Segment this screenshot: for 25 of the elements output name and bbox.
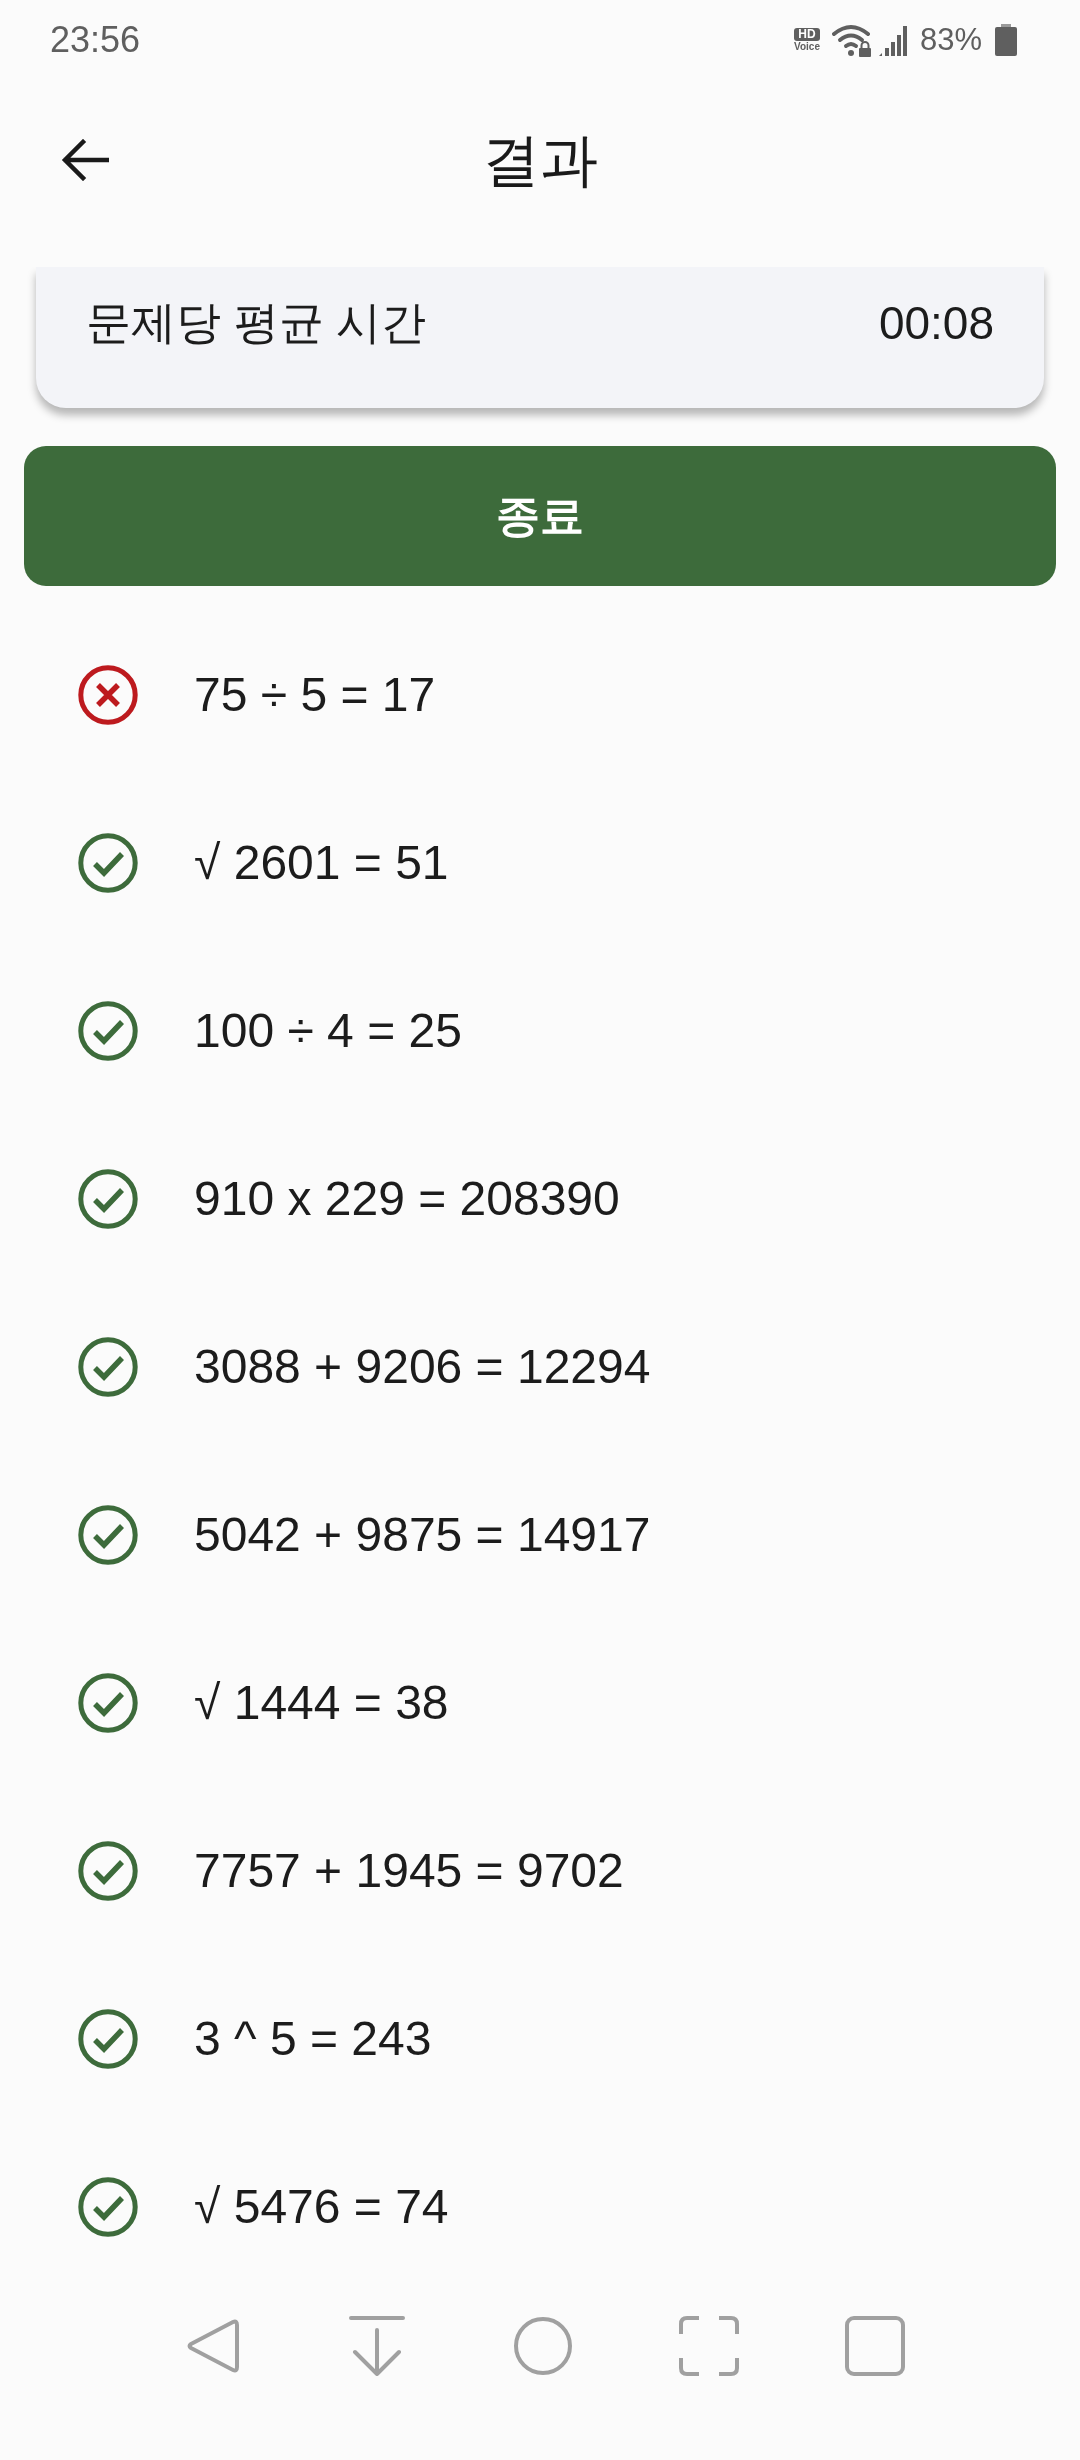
average-time-value: 00:08 [878,296,994,351]
result-expression: 3088 + 9206 = 12294 [194,1339,651,1395]
square-icon[interactable] [845,2316,905,2376]
signal-icon [877,24,910,56]
down-arrow-icon[interactable] [347,2316,407,2376]
result-expression: √ 5476 = 74 [194,2179,449,2235]
battery-percent: 83% [919,22,982,58]
result-expression: 7757 + 1945 = 9702 [194,1843,624,1899]
frame-corners-icon[interactable] [679,2316,739,2376]
home-icon[interactable] [513,2316,573,2376]
result-expression: 5042 + 9875 = 14917 [194,1507,651,1563]
screen-title: 결과 [482,126,598,194]
result-expression: 910 x 229 = 208390 [194,1171,620,1227]
result-expression: 3 ^ 5 = 243 [194,2011,432,2067]
back-icon[interactable] [61,139,109,181]
battery-icon [995,24,1017,56]
hd-voice-indicator: HD Voice [794,28,820,52]
clock-time: 23:56 [50,20,141,60]
result-expression: √ 2601 = 51 [194,835,449,891]
wifi-lock-icon [831,23,872,57]
result-expression: 100 ÷ 4 = 25 [194,1003,462,1059]
result-expression: 75 ÷ 5 = 17 [194,667,436,723]
result-expression: √ 1444 = 38 [194,1675,449,1731]
finish-button[interactable]: 종료 [24,446,1056,586]
average-time-label: 문제당 평균 시간 [86,296,426,350]
